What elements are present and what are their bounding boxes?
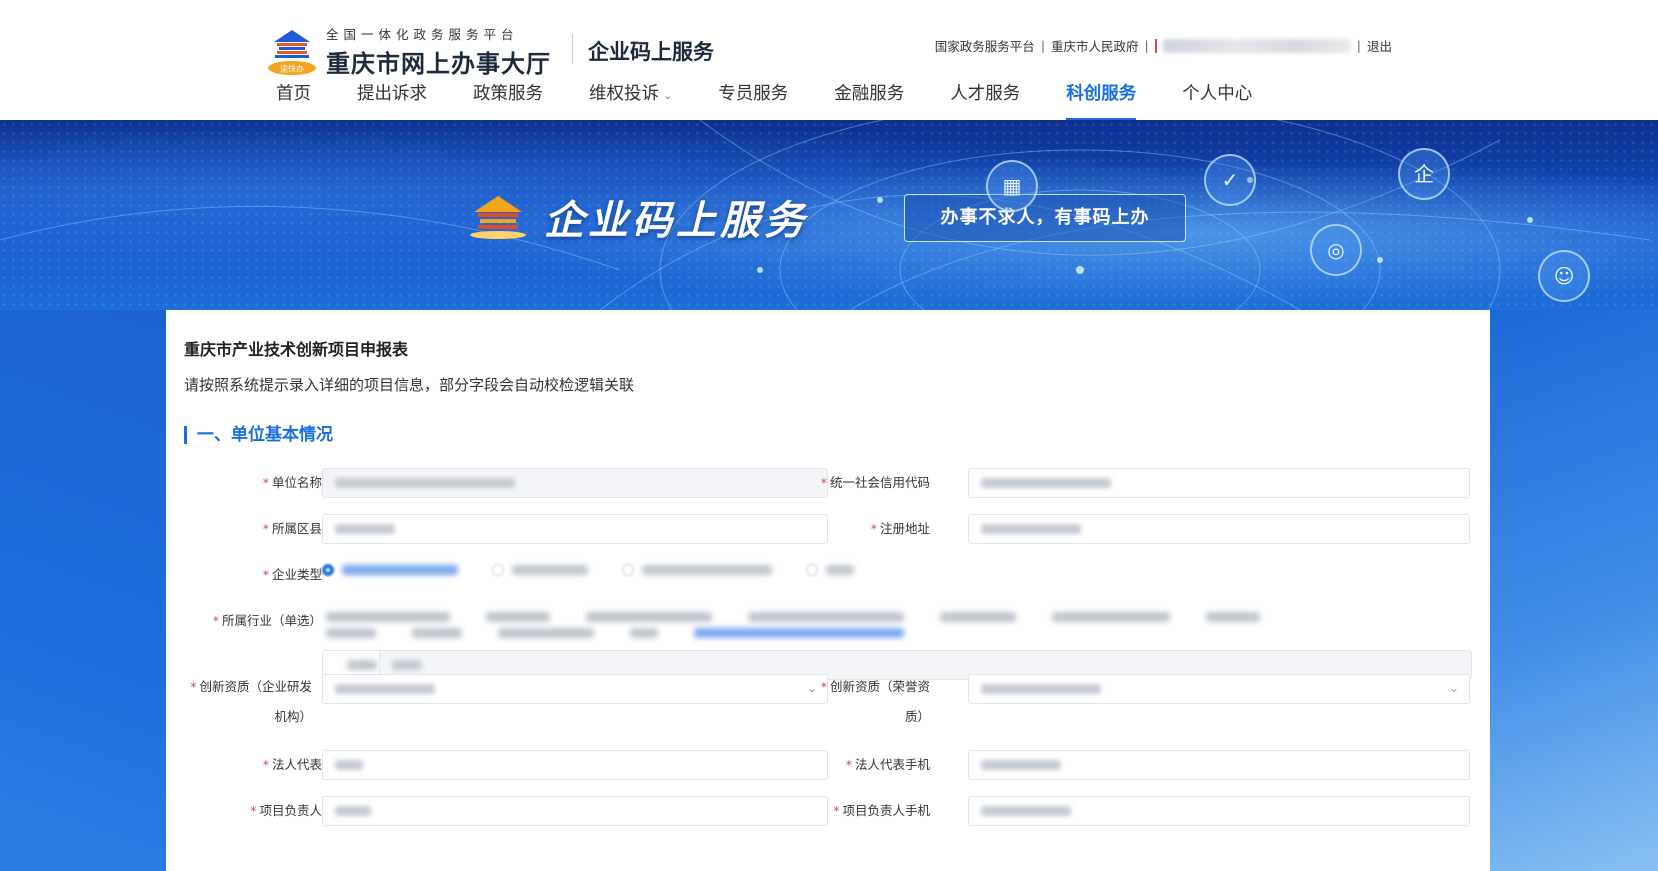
legal-rep-field[interactable] — [322, 750, 828, 780]
credit-code-label: * 统一社会信用代码 — [820, 475, 930, 490]
site-name[interactable]: 企业码上服务 — [588, 36, 714, 66]
banner-title: 企业码上服务 — [544, 198, 808, 244]
page-side-right — [1490, 310, 1658, 871]
chevron-down-icon: ⌄ — [1448, 681, 1459, 695]
radio-selected-icon — [322, 564, 334, 576]
application-form-card: 重庆市产业技术创新项目申报表 请按照系统提示录入详细的项目信息，部分字段会自动校… — [166, 310, 1490, 871]
hero-banner: 企业码上服务 办事不求人，有事码上办 ▦ ✓ 企 ◎ ☺ — [0, 120, 1658, 310]
innov-qual-rd-label: * 创新资质（企业研发 机构） — [190, 679, 312, 724]
enterprise-type-option[interactable] — [492, 564, 588, 576]
nav-item-complaint[interactable]: 维权投诉 ⌄ — [589, 80, 672, 120]
reg-address-label: * 注册地址 — [870, 521, 930, 536]
unit-name-field[interactable] — [322, 468, 828, 498]
nav-item-policy[interactable]: 政策服务 — [473, 80, 543, 120]
industry-other-option[interactable] — [347, 660, 377, 670]
industry-label: * 所属行业（单选） — [212, 613, 322, 628]
industry-option[interactable] — [326, 628, 376, 638]
building-icon: ▦ — [986, 160, 1038, 212]
reg-address-field[interactable] — [968, 514, 1470, 544]
district-select[interactable] — [322, 514, 828, 544]
page-side-left — [0, 310, 166, 871]
industry-option[interactable] — [498, 628, 594, 638]
industry-option[interactable] — [748, 612, 904, 622]
portal-name[interactable]: 重庆市网上办事大厅 — [326, 44, 551, 79]
great-hall-logo-icon[interactable]: 渝快办 — [264, 22, 320, 78]
legal-rep-phone-label: * 法人代表手机 — [845, 757, 930, 772]
nav-item-sci-tech[interactable]: 科创服务 — [1066, 80, 1137, 121]
emblem-badge-text: 渝快办 — [280, 64, 304, 74]
industry-option[interactable] — [1206, 612, 1260, 622]
link-separator: | — [1356, 38, 1361, 53]
banner-hall-icon — [470, 196, 526, 239]
nav-item-submit-request[interactable]: 提出诉求 — [357, 80, 427, 120]
project-lead-label: * 项目负责人 — [250, 803, 322, 818]
user-info-redacted[interactable] — [1162, 38, 1351, 53]
top-links: 国家政务服务平台 | 重庆市人民政府 | | 退出 — [935, 36, 1392, 55]
innov-qual-rd-select[interactable]: ⌄ — [322, 674, 828, 704]
project-lead-phone-field[interactable] — [968, 796, 1470, 826]
nav-item-finance[interactable]: 金融服务 — [834, 80, 904, 120]
enterprise-type-option[interactable] — [322, 564, 458, 576]
industry-option[interactable] — [486, 612, 550, 622]
district-label: * 所属区县 — [262, 521, 322, 536]
legal-rep-label: * 法人代表 — [262, 757, 322, 772]
industry-option-selected[interactable] — [694, 628, 904, 638]
industry-options-row-2 — [326, 628, 904, 638]
radio-icon — [622, 564, 634, 576]
unit-name-label: * 单位名称 — [262, 475, 322, 490]
title-divider — [572, 34, 573, 64]
handshake-icon: ◎ — [1310, 224, 1362, 276]
national-platform-link[interactable]: 国家政务服务平台 — [935, 36, 1035, 55]
radio-icon — [492, 564, 504, 576]
user-badge-icon: ☺ — [1538, 250, 1590, 302]
industry-option[interactable] — [630, 628, 658, 638]
logout-link[interactable]: 退出 — [1367, 36, 1392, 55]
industry-option[interactable] — [1052, 612, 1170, 622]
site-header: 渝快办 全国一体化政务服务平台 重庆市网上办事大厅 企业码上服务 国家政务服务平… — [0, 0, 1658, 121]
main-nav: 首页 提出诉求 政策服务 维权投诉 ⌄ 专员服务 金融服务 人才服务 科创服务 个… — [276, 80, 1298, 121]
industry-option[interactable] — [940, 612, 1016, 622]
credit-code-field[interactable] — [968, 468, 1470, 498]
enterprise-type-option[interactable] — [806, 564, 854, 576]
clipboard-check-icon: ✓ — [1204, 154, 1256, 206]
banner-slogan: 办事不求人，有事码上办 — [904, 194, 1186, 242]
banner-network-lines — [0, 120, 1651, 310]
section-title-unit-basic: 一、单位基本情况 — [184, 426, 333, 444]
industry-option[interactable] — [326, 612, 450, 622]
enterprise-type-label: * 企业类型 — [262, 567, 322, 582]
nav-item-talent[interactable]: 人才服务 — [950, 80, 1020, 120]
industry-option[interactable] — [586, 612, 712, 622]
link-separator: | — [1144, 38, 1149, 53]
nav-item-personal-center[interactable]: 个人中心 — [1182, 80, 1252, 120]
industry-options-row-1 — [326, 612, 1260, 622]
nav-item-specialist[interactable]: 专员服务 — [718, 80, 788, 120]
portal-tagline: 全国一体化政务服务平台 — [326, 27, 519, 42]
link-separator: | — [1040, 38, 1046, 53]
enterprise-icon: 企 — [1398, 148, 1450, 200]
project-lead-phone-label: * 项目负责人手机 — [833, 803, 930, 818]
innov-qual-honor-select[interactable]: ⌄ — [968, 674, 1470, 704]
city-gov-link[interactable]: 重庆市人民政府 — [1051, 36, 1139, 55]
project-lead-field[interactable] — [322, 796, 828, 826]
legal-rep-phone-field[interactable] — [968, 750, 1470, 780]
enterprise-type-option[interactable] — [622, 564, 772, 576]
industry-option[interactable] — [412, 628, 462, 638]
user-marker — [1154, 38, 1157, 53]
nav-item-home[interactable]: 首页 — [276, 80, 311, 120]
radio-icon — [806, 564, 818, 576]
enterprise-type-radio-group — [322, 564, 854, 576]
form-description: 请按照系统提示录入详细的项目信息，部分字段会自动校检逻辑关联 — [184, 376, 635, 394]
innov-qual-honor-label: * 创新资质（荣誉资 质） — [820, 679, 930, 724]
chevron-down-icon: ⌄ — [663, 89, 673, 102]
form-title: 重庆市产业技术创新项目申报表 — [184, 340, 409, 359]
